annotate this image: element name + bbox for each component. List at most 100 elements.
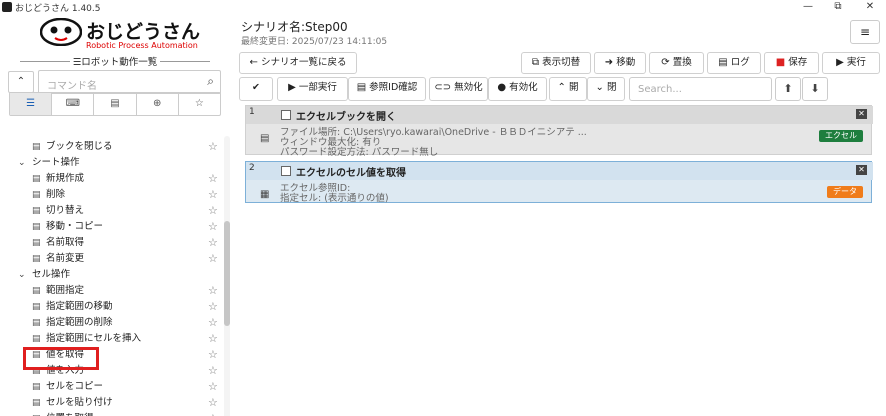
- enable-button[interactable]: ● 有効化: [488, 77, 547, 101]
- favorite-star-icon[interactable]: ☆: [208, 331, 218, 347]
- tree-item[interactable]: ▤ 切り替え ☆: [0, 203, 222, 219]
- run-button[interactable]: ▶ 実行: [822, 52, 880, 74]
- hamburger-menu-button[interactable]: ≡: [850, 20, 880, 44]
- tree-item-label: 新規作成: [46, 173, 85, 184]
- chevron-down-icon: ⌄: [18, 158, 26, 168]
- close-window-button[interactable]: ✕: [855, 0, 885, 14]
- restore-button[interactable]: ⧉: [823, 0, 853, 14]
- file-icon: ▤: [32, 302, 41, 312]
- favorite-star-icon[interactable]: ☆: [208, 347, 218, 363]
- app-icon: [2, 2, 12, 12]
- favorite-star-icon[interactable]: ☆: [208, 411, 218, 416]
- category-tab-file-icon[interactable]: ▤: [94, 93, 137, 115]
- step-number: 2: [249, 163, 255, 173]
- disable-button[interactable]: ⊂⊃ 無効化: [429, 77, 488, 101]
- command-search-input[interactable]: コマンド名 ⌕: [38, 70, 221, 94]
- tree-item-label: 位置を取得: [46, 411, 94, 416]
- favorite-star-icon[interactable]: ☆: [208, 299, 218, 315]
- tree-item-label: ブックを閉じる: [46, 141, 113, 152]
- tree-group[interactable]: ⌄ シート操作: [0, 155, 222, 171]
- step-checkbox[interactable]: [281, 166, 291, 176]
- step-search-input[interactable]: Search...: [629, 77, 772, 101]
- chevron-down-icon: ⌄: [18, 270, 26, 280]
- document-icon: ▤: [718, 57, 728, 68]
- category-tab-list-icon[interactable]: ☰: [10, 93, 53, 115]
- tree-item[interactable]: ▤ 移動・コピー ☆: [0, 219, 222, 235]
- file-icon: ▤: [260, 133, 270, 144]
- step-header: 2 エクセルのセル値を取得 ✕: [246, 162, 873, 180]
- toggle-view-button[interactable]: ⧉ 表示切替: [521, 52, 591, 74]
- category-tab-globe-icon[interactable]: ⊕: [137, 93, 179, 115]
- play-icon: ▶: [836, 57, 844, 68]
- step-list: 1 エクセルブックを開く ✕ ▤ ファイル場所: C:\Users\ryo.ka…: [245, 105, 878, 405]
- tree-item[interactable]: ▤ ブックを閉じる ☆: [0, 139, 222, 155]
- tree-item[interactable]: ▤ セルをコピー ☆: [0, 379, 222, 395]
- file-icon: ▤: [32, 382, 41, 392]
- save-button[interactable]: ■ 保存: [764, 52, 819, 74]
- command-scrollbar[interactable]: [224, 136, 230, 416]
- tree-item[interactable]: ▤ 指定範囲の移動 ☆: [0, 299, 222, 315]
- scenario-editor-panel: シナリオ名:Step00 最終変更日: 2025/07/23 14:11:05 …: [231, 14, 886, 416]
- favorite-star-icon[interactable]: ☆: [208, 235, 218, 251]
- step-delete-icon[interactable]: ✕: [856, 165, 867, 175]
- log-button[interactable]: ▤ ログ: [707, 52, 761, 74]
- file-icon: ▤: [32, 190, 41, 200]
- tree-item[interactable]: ▤ セルを貼り付け ☆: [0, 395, 222, 411]
- collapse-all-button[interactable]: ⌃: [8, 71, 34, 93]
- favorite-star-icon[interactable]: ☆: [208, 283, 218, 299]
- refresh-icon: ⟳: [661, 57, 670, 68]
- back-to-list-button[interactable]: ← シナリオ一覧に戻る: [239, 52, 357, 74]
- tree-item[interactable]: ▤ 位置を取得 ☆: [0, 411, 222, 416]
- favorite-star-icon[interactable]: ☆: [208, 171, 218, 187]
- scroll-thumb[interactable]: [224, 221, 230, 326]
- check-icon: ✔: [252, 82, 260, 93]
- tree-item[interactable]: ▤ 指定範囲にセルを挿入 ☆: [0, 331, 222, 347]
- tree-item[interactable]: ▤ 名前取得 ☆: [0, 235, 222, 251]
- tree-item[interactable]: ▤ 削除 ☆: [0, 187, 222, 203]
- window-titlebar: おじどうさん 1.40.5 — ⧉ ✕: [0, 0, 886, 14]
- tree-item[interactable]: ▤ 名前変更 ☆: [0, 251, 222, 267]
- favorite-star-icon[interactable]: ☆: [208, 379, 218, 395]
- step-card[interactable]: 1 エクセルブックを開く ✕ ▤ ファイル場所: C:\Users\ryo.ka…: [245, 105, 873, 158]
- favorite-star-icon[interactable]: ☆: [208, 139, 218, 155]
- partial-run-button[interactable]: ▶ 一部実行: [277, 77, 348, 101]
- category-tab-star-icon[interactable]: ☆: [179, 93, 220, 115]
- favorite-star-icon[interactable]: ☆: [208, 251, 218, 267]
- step-checkbox[interactable]: [281, 110, 291, 120]
- favorite-star-icon[interactable]: ☆: [208, 187, 218, 203]
- main-toolbar: ← シナリオ一覧に戻る ⧉ 表示切替 ➜ 移動 ⟳ 置換 ▤ ログ ■ 保存 ▶ 実行: [239, 52, 882, 74]
- search-down-button[interactable]: ⬇: [802, 77, 828, 101]
- minimize-button[interactable]: —: [793, 0, 823, 14]
- logo-title: おじどうさん: [86, 21, 201, 43]
- expand-button[interactable]: ⌃ 開: [549, 77, 587, 101]
- tree-item[interactable]: ▤ 新規作成 ☆: [0, 171, 222, 187]
- file-icon: ▤: [110, 98, 120, 109]
- play-circle-icon: ▶: [288, 82, 296, 93]
- step-card[interactable]: 2 エクセルのセル値を取得 ✕ ▦ エクセル参照ID: 指定セル: (表示通りの…: [245, 161, 873, 204]
- move-button[interactable]: ➜ 移動: [594, 52, 646, 74]
- robot-face-icon: [40, 18, 82, 46]
- favorite-star-icon[interactable]: ☆: [208, 315, 218, 331]
- replace-button[interactable]: ⟳ 置換: [649, 52, 704, 74]
- arrow-down-icon: ⬇: [810, 82, 820, 95]
- keyboard-icon: ⌨: [65, 98, 81, 109]
- window-title: おじどうさん 1.40.5: [15, 3, 101, 14]
- search-icon[interactable]: ⌕: [207, 74, 214, 89]
- favorite-star-icon[interactable]: ☆: [208, 203, 218, 219]
- list-icon: ☰: [26, 98, 36, 109]
- category-tab-keyboard-icon[interactable]: ⌨: [52, 93, 95, 115]
- collapse-button[interactable]: ⌄ 閉: [587, 77, 625, 101]
- file-icon: ▤: [32, 411, 41, 416]
- favorite-star-icon[interactable]: ☆: [208, 219, 218, 235]
- view-toggle-icon: ⧉: [531, 57, 540, 68]
- tree-item[interactable]: ▤ 指定範囲の削除 ☆: [0, 315, 222, 331]
- favorite-star-icon[interactable]: ☆: [208, 395, 218, 411]
- select-all-button[interactable]: ✔: [239, 77, 273, 101]
- tree-group[interactable]: ⌄ セル操作: [0, 267, 222, 283]
- step-delete-icon[interactable]: ✕: [856, 109, 867, 119]
- tree-item[interactable]: ▤ 範囲指定 ☆: [0, 283, 222, 299]
- ref-id-check-button[interactable]: ▤ 参照ID確認: [348, 77, 426, 101]
- search-up-button[interactable]: ⬆: [775, 77, 801, 101]
- favorite-star-icon[interactable]: ☆: [208, 363, 218, 379]
- step-number: 1: [249, 107, 255, 117]
